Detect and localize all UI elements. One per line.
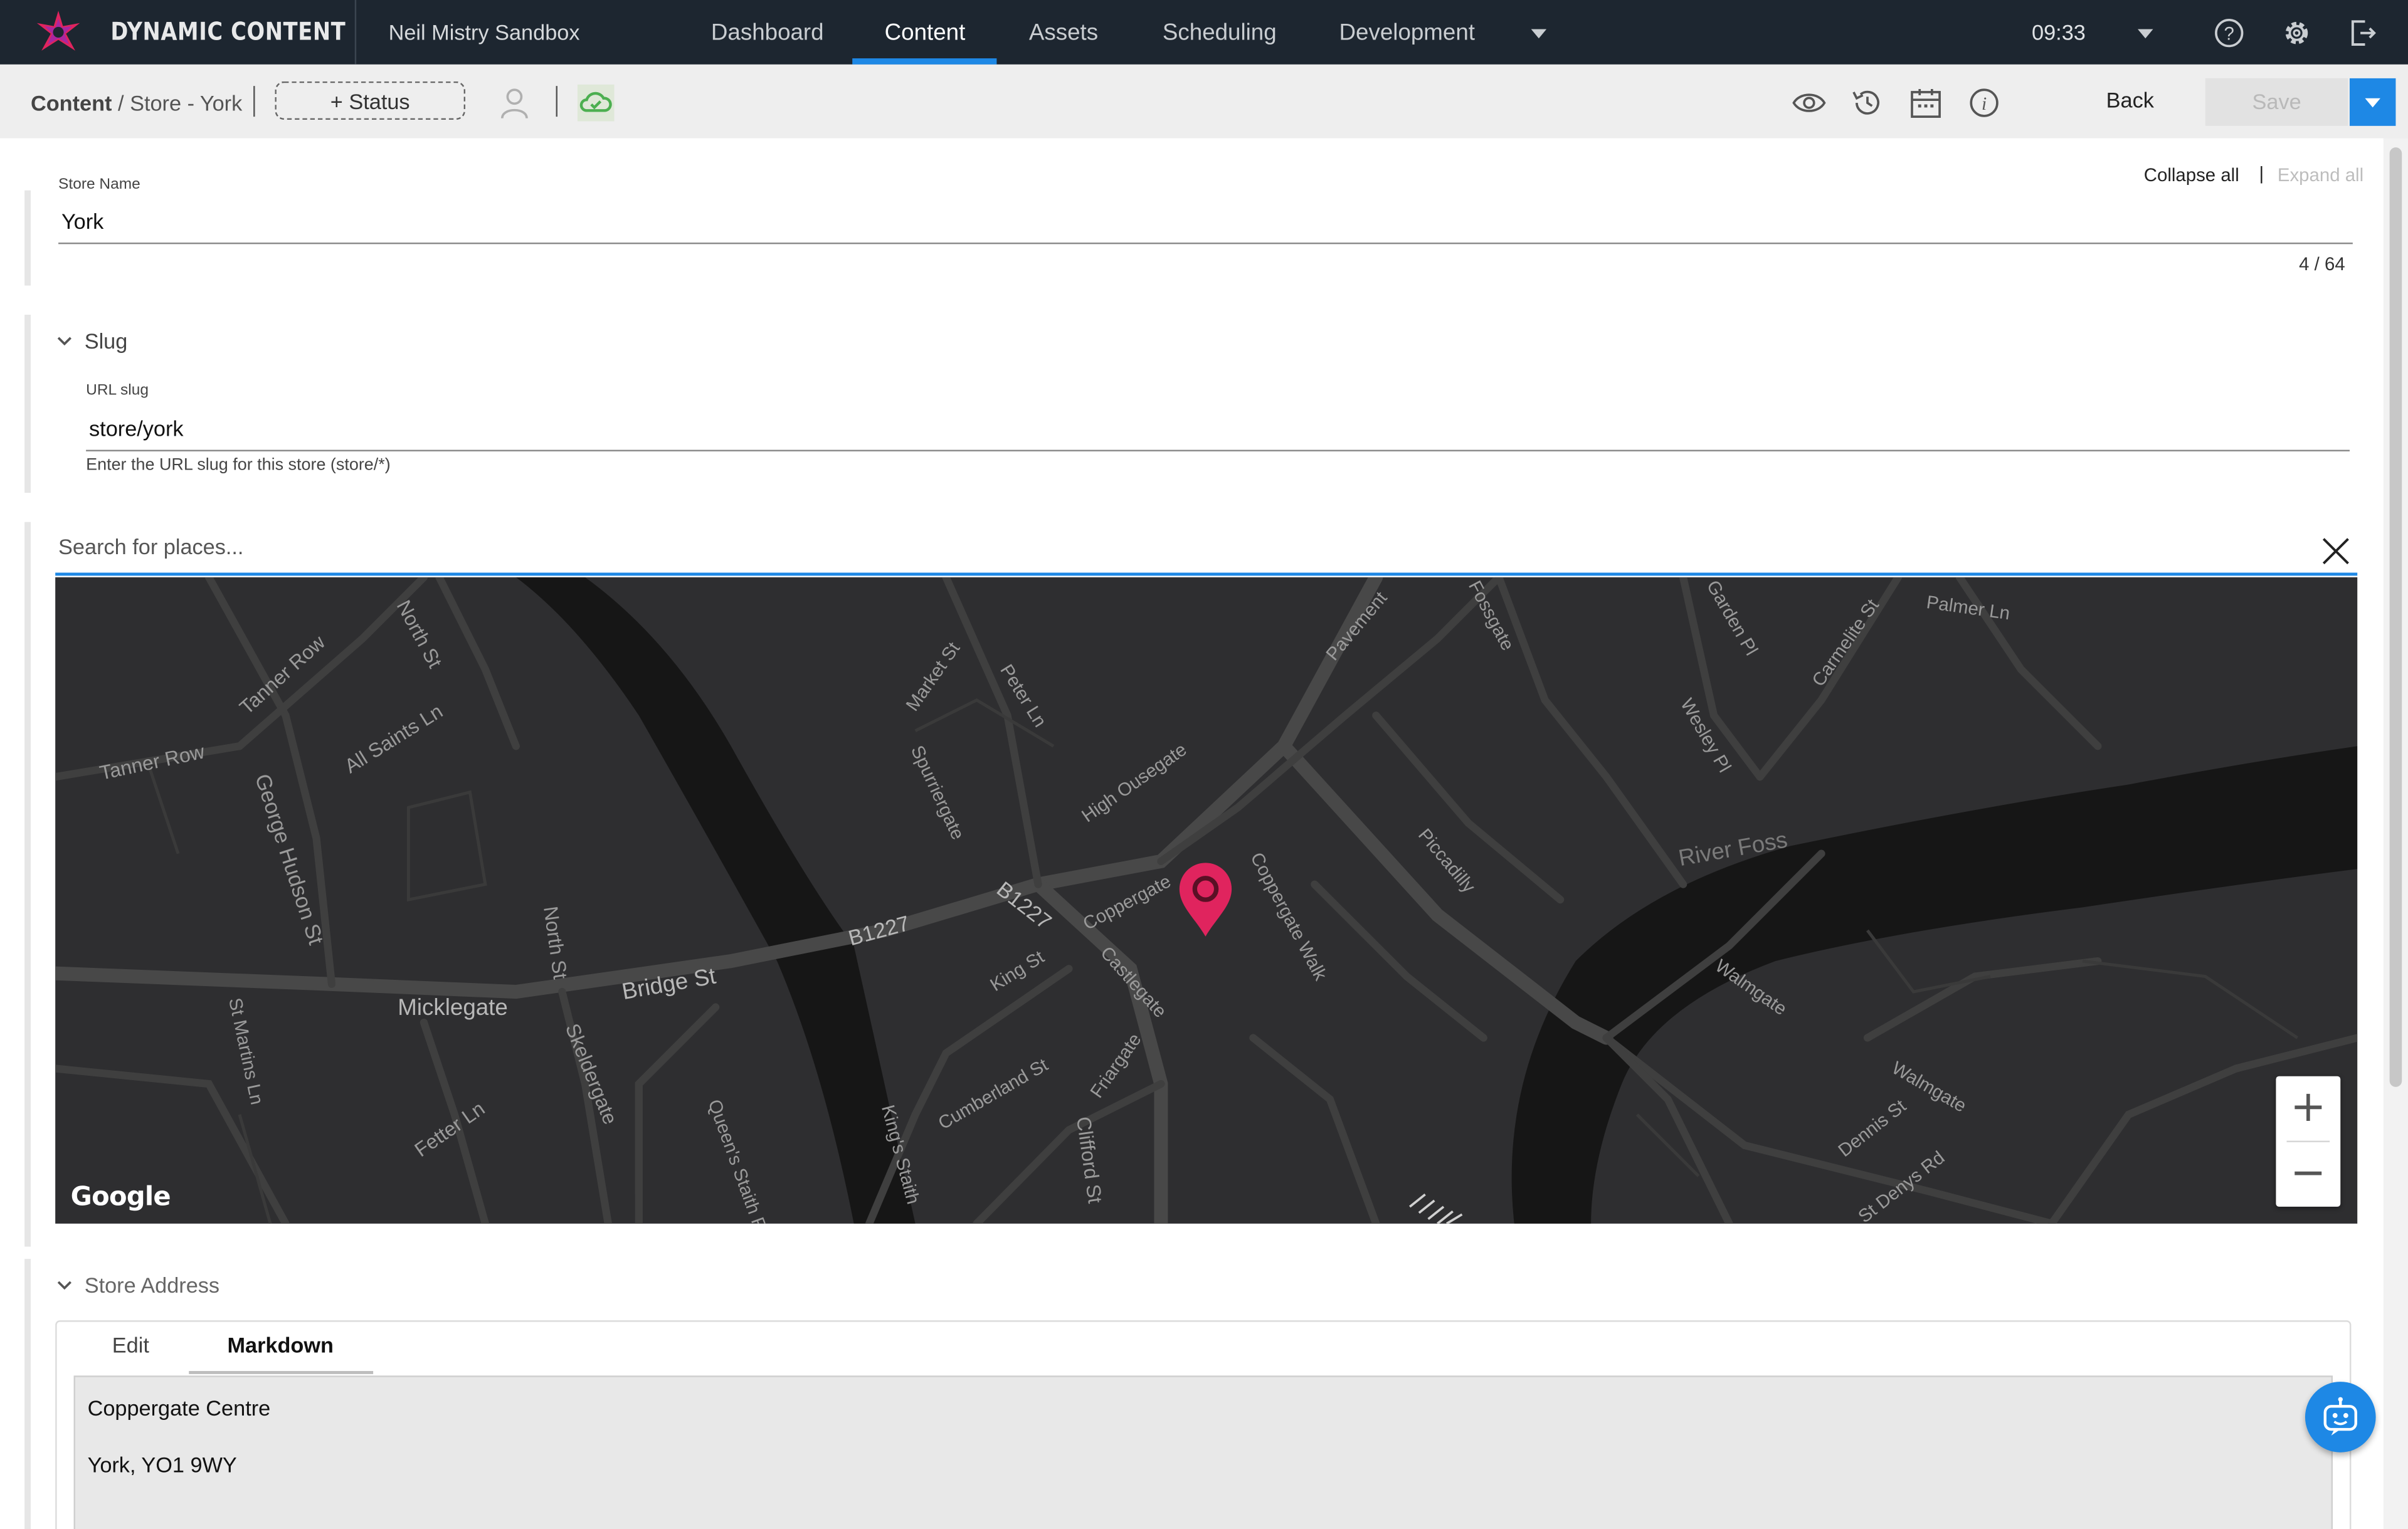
markdown-textarea[interactable] — [73, 1375, 2333, 1529]
store-name-input[interactable]: York — [61, 209, 103, 233]
nav-tab-dashboard[interactable]: Dashboard — [711, 20, 824, 46]
url-slug-underline — [86, 449, 2350, 452]
store-name-char-counter: 4 / 64 — [2299, 253, 2345, 275]
street-label: Spurriergate — [907, 742, 968, 843]
gear-icon[interactable] — [2281, 17, 2313, 49]
street-label: Peter Ln — [996, 661, 1050, 731]
street-label: Market St — [902, 638, 964, 715]
tab-edit[interactable]: Edit — [112, 1333, 149, 1357]
street-label: North St — [539, 905, 572, 980]
field-marker — [24, 522, 31, 1247]
google-attribution: Google — [70, 1182, 171, 1213]
url-slug-helper-text: Enter the URL slug for this store (store… — [86, 456, 391, 475]
nav-more-chevron-icon[interactable] — [1528, 26, 1550, 41]
content-toolbar: Content / Store - York + Status i Back — [0, 64, 2408, 140]
nav-tab-content[interactable]: Content — [885, 20, 966, 46]
help-icon[interactable]: ? — [2213, 17, 2245, 49]
chevron-down-icon[interactable] — [55, 1276, 73, 1294]
store-address-section-title[interactable]: Store Address — [85, 1273, 219, 1297]
street-label: Cumberland St — [935, 1054, 1052, 1134]
calendar-icon[interactable] — [1909, 86, 1943, 120]
toolbar-divider — [253, 86, 255, 117]
location-map[interactable]: Tanner Row Tanner Row All Saints Ln Nort… — [55, 577, 2358, 1224]
slug-section-title[interactable]: Slug — [85, 328, 128, 353]
history-icon[interactable] — [1851, 86, 1884, 120]
location-marker-icon[interactable] — [1179, 863, 1232, 937]
street-label: St Denys Rd — [1854, 1147, 1948, 1224]
street-label: Friargate — [1086, 1029, 1145, 1101]
top-navigation-bar: DYNAMIC CONTENT Neil Mistry Sandbox Dash… — [0, 0, 2408, 65]
street-label: Micklegate — [398, 994, 508, 1020]
scrollbar-thumb[interactable] — [2389, 147, 2402, 1087]
nav-tab-assets[interactable]: Assets — [1029, 20, 1098, 46]
eye-icon[interactable] — [1792, 86, 1826, 120]
street-label: Coppergate Walk — [1246, 849, 1331, 984]
link-separator: | — [2259, 162, 2264, 184]
chevron-down-icon — [2365, 98, 2380, 108]
field-marker — [24, 1259, 31, 1529]
zoom-in-button[interactable]: + — [2276, 1076, 2340, 1141]
field-marker — [24, 190, 31, 286]
info-icon[interactable]: i — [1967, 86, 2001, 120]
assistant-bot-button[interactable] — [2305, 1382, 2376, 1453]
street-label: Piccadilly — [1414, 825, 1479, 897]
brand-logo-icon — [36, 11, 80, 51]
address-line-2: York, YO1 9WY — [87, 1452, 237, 1477]
svg-text:?: ? — [2224, 24, 2234, 45]
street-label: Garden Pl — [1703, 577, 1762, 659]
bot-icon — [2323, 1397, 2357, 1436]
svg-text:i: i — [1982, 94, 1987, 114]
street-label: Queen's Staith Rd — [704, 1096, 774, 1223]
breadcrumb-current: / Store - York — [118, 90, 243, 115]
street-label: St Martins Ln — [224, 996, 267, 1106]
address-line-1: Coppergate Centre — [87, 1395, 271, 1421]
workspace-name[interactable]: Neil Mistry Sandbox — [389, 20, 580, 45]
street-label: Clifford St — [1072, 1115, 1107, 1205]
street-label: North St — [393, 596, 447, 671]
save-button[interactable]: Save — [2205, 78, 2348, 126]
chevron-down-icon[interactable] — [2135, 26, 2156, 41]
brand-name: DYNAMIC CONTENT — [110, 16, 346, 46]
street-label: Dennis St — [1834, 1096, 1910, 1161]
logout-icon[interactable] — [2347, 17, 2379, 49]
expand-all-link[interactable]: Expand all — [2278, 164, 2363, 186]
toolbar-divider — [556, 86, 557, 117]
app-root: DYNAMIC CONTENT Neil Mistry Sandbox Dash… — [0, 0, 2408, 1529]
cloud-sync-icon[interactable] — [577, 84, 615, 122]
add-status-button[interactable]: + Status — [275, 81, 466, 120]
street-label: Castlegate — [1096, 942, 1170, 1021]
street-label: B1227 — [846, 912, 912, 950]
tab-markdown[interactable]: Markdown — [227, 1333, 334, 1357]
breadcrumb-root[interactable]: Content — [31, 90, 112, 115]
street-label: High Ousegate — [1078, 739, 1190, 826]
url-slug-input[interactable]: store/york — [89, 416, 184, 441]
field-marker — [24, 315, 31, 493]
street-label: Carmelite St — [1808, 596, 1883, 690]
street-label: All Saints Ln — [341, 700, 446, 777]
back-button[interactable]: Back — [2094, 88, 2165, 112]
save-options-dropdown[interactable] — [2349, 78, 2396, 126]
url-slug-label: URL slug — [86, 382, 149, 399]
search-focus-underline — [55, 572, 2358, 576]
store-name-underline — [58, 242, 2353, 244]
active-tab-underline — [189, 1370, 374, 1374]
breadcrumb: Content / Store - York — [31, 90, 242, 115]
zoom-divider — [2286, 1140, 2330, 1143]
store-name-label: Store Name — [58, 176, 140, 194]
nav-divider — [354, 0, 357, 65]
nav-tab-development[interactable]: Development — [1339, 20, 1475, 46]
places-search-input[interactable]: Search for places... — [58, 534, 243, 559]
chevron-down-icon[interactable] — [55, 332, 73, 350]
zoom-out-button[interactable]: − — [2276, 1142, 2340, 1207]
active-tab-indicator — [852, 58, 997, 65]
map-canvas[interactable]: Tanner Row Tanner Row All Saints Ln Nort… — [55, 577, 2358, 1224]
close-icon[interactable] — [2319, 534, 2353, 568]
clock-display: 09:33 — [2032, 19, 2086, 45]
collapse-all-link[interactable]: Collapse all — [2144, 164, 2239, 186]
nav-tab-scheduling[interactable]: Scheduling — [1163, 20, 1277, 46]
user-icon[interactable] — [497, 86, 531, 120]
